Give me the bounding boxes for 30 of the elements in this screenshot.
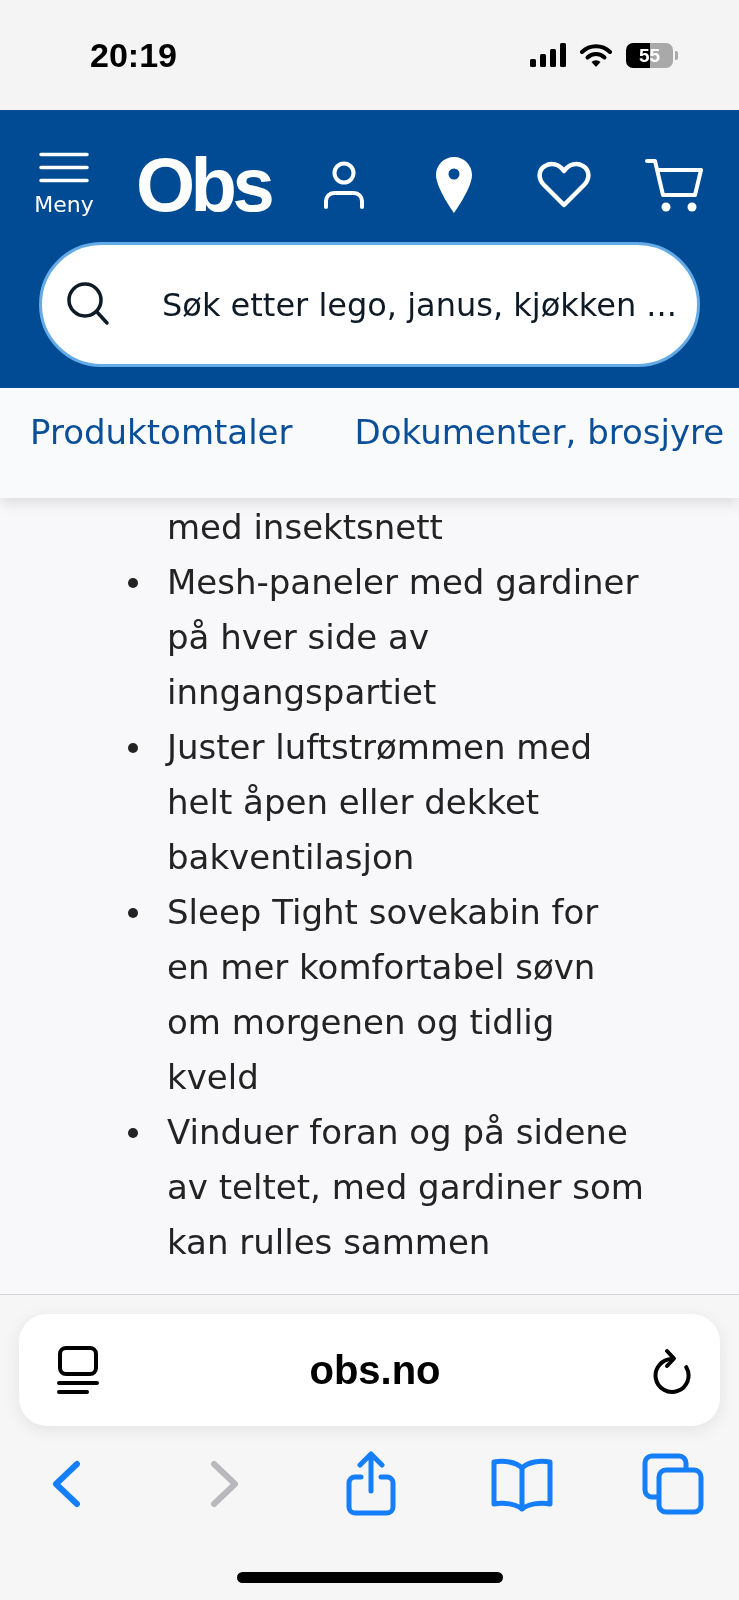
book-icon[interactable] [490,1456,554,1512]
section-link[interactable]: Dokumenter, brosjyre [354,412,725,453]
menu-button[interactable]: Meny [28,152,100,217]
bullet-icon [128,743,138,753]
cart-icon[interactable] [645,156,703,213]
menu-icon [39,152,89,183]
description-text: Juster luftstrømmen med helt åpen eller dekket bakventilasjon [167,726,592,879]
description-text: Vinduer foran og på sidene av teltet, med gardiner som kan rulles sammen [167,1111,644,1264]
url-text: obs.no [309,1347,441,1393]
search-field[interactable]: Søk etter lego, janus, kjøkken ... [39,242,700,367]
back-icon[interactable] [51,1460,81,1508]
description-text: med insektsnett [167,506,443,549]
tabs-icon[interactable] [642,1453,704,1515]
user-icon[interactable] [322,160,366,209]
wifi-icon [580,43,612,67]
bullet-icon [128,908,138,918]
section-link[interactable]: Produktomtaler [30,412,293,453]
status-time: 20:19 [90,35,177,75]
search-icon [66,281,110,327]
signal-icon [530,43,566,67]
heart-icon[interactable] [536,160,592,209]
page-menu-icon[interactable] [57,1346,99,1394]
description-text: Sleep Tight sovekabin for en mer komfortabel søvn om morgenen og tidlig kveld [167,891,599,1099]
logo[interactable]: Obs [136,152,271,217]
location-pin-icon[interactable] [436,156,472,213]
description-text: Mesh-paneler med gardiner på hver side av inngangspartiet [167,561,639,714]
share-icon[interactable] [345,1451,397,1517]
bullet-icon [128,578,138,588]
address-bar[interactable]: obs.no [19,1314,720,1426]
bullet-icon [128,1128,138,1138]
